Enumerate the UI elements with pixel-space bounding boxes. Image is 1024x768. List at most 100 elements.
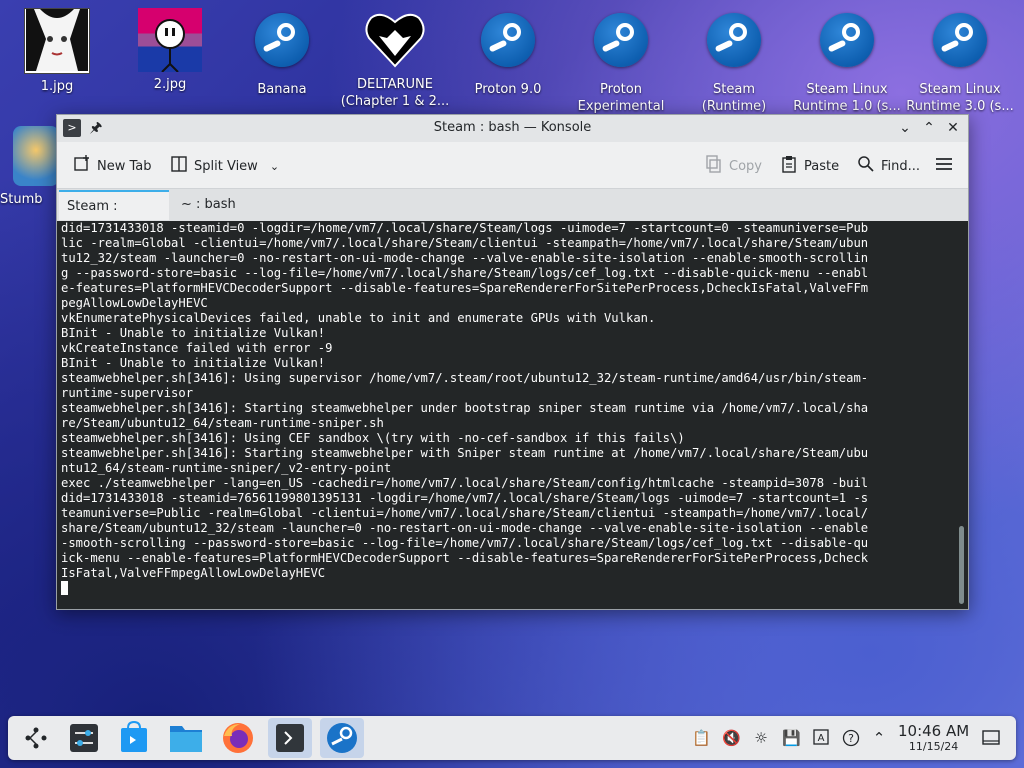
- clipboard-icon[interactable]: 📋: [692, 729, 711, 747]
- help-icon[interactable]: ?: [842, 729, 860, 747]
- tab-steam-bash[interactable]: Steam : bash✕: [59, 190, 169, 245]
- terminal-line: did=1731433018 -steamid=0 -logdir=/home/…: [61, 221, 869, 235]
- desktop-icon-proton-9[interactable]: Proton 9.0: [452, 8, 564, 98]
- firefox-icon: [223, 723, 253, 753]
- new-tab-label: New Tab: [97, 158, 152, 174]
- desktop-icon-label: Banana: [257, 82, 307, 97]
- steam-icon: [707, 13, 761, 67]
- desktop-icon-label: 2.jpg: [153, 77, 187, 92]
- terminal-line: ick-menu --enable-features=PlatformHEVCD…: [61, 551, 869, 565]
- volume-muted-icon[interactable]: 🔇: [722, 729, 741, 747]
- taskbar-file-manager[interactable]: [164, 718, 208, 758]
- paste-button[interactable]: Paste: [780, 155, 839, 177]
- desktop-icon-label: Steam Linux: [806, 82, 888, 97]
- taskbar-discover[interactable]: [112, 718, 156, 758]
- desktop-icon-banana[interactable]: Banana: [226, 8, 338, 98]
- steam-icon: [933, 13, 987, 67]
- minimize-button[interactable]: ⌄: [896, 119, 914, 137]
- terminal-lines: did=1731433018 -steamid=0 -logdir=/home/…: [61, 221, 968, 581]
- svg-text:?: ?: [848, 732, 854, 745]
- terminal-line: -smooth-scrolling --password-store=basic…: [61, 536, 869, 550]
- app-launcher-button[interactable]: [14, 718, 58, 758]
- taskbar-konsole[interactable]: [268, 718, 312, 758]
- brightness-icon[interactable]: ☼: [752, 729, 770, 747]
- desktop-icon-label-2: (Runtime): [701, 99, 767, 114]
- desktop-icon-label: Steam: [713, 82, 755, 97]
- desktop-icon-deltarune[interactable]: DELTARUNE (Chapter 1 & 2...: [339, 8, 451, 110]
- new-tab-button[interactable]: New Tab: [73, 155, 152, 177]
- disk-icon[interactable]: 💾: [782, 729, 801, 747]
- folder-icon: [170, 726, 202, 752]
- paste-label: Paste: [804, 158, 840, 174]
- terminal-line: g --password-store=basic --log-file=/hom…: [61, 266, 869, 280]
- taskbar-steam[interactable]: [320, 718, 364, 758]
- paste-icon: [780, 155, 798, 177]
- desktop-icon-stumble[interactable]: Stumb: [0, 126, 60, 207]
- copy-button[interactable]: Copy: [705, 155, 762, 177]
- terminal-line: BInit - Unable to initialize Vulkan!: [61, 326, 326, 340]
- steam-icon: [820, 13, 874, 67]
- tab-home-bash[interactable]: ~ : bash: [173, 190, 257, 220]
- terminal-line: runtime-supervisor: [61, 386, 194, 400]
- chevron-down-icon: ⌄: [269, 159, 280, 173]
- desktop-icon-label-2: Experimental: [577, 99, 665, 114]
- desktop-icon-label: DELTARUNE: [357, 77, 433, 92]
- desktop-icon-label: Proton: [600, 82, 642, 97]
- close-button[interactable]: ✕: [944, 119, 962, 137]
- terminal-line: vkCreateInstance failed with error -9: [61, 341, 333, 355]
- maximize-button[interactable]: ⌃: [920, 119, 938, 137]
- steam-icon: [255, 13, 309, 67]
- terminal-line: exec ./steamwebhelper -lang=en_US -cache…: [61, 476, 869, 490]
- desktop-icon-steam-linux-runtime-1[interactable]: Steam Linux Runtime 1.0 (s...: [791, 8, 903, 115]
- split-view-label: Split View: [194, 158, 258, 174]
- search-icon: [857, 155, 875, 177]
- hamburger-menu-icon: [935, 155, 953, 177]
- split-view-button[interactable]: Split View ⌄: [170, 155, 279, 177]
- desktop-icon-label: 1.jpg: [40, 79, 74, 94]
- text-cursor: [61, 581, 68, 595]
- hamburger-menu-button[interactable]: [935, 155, 953, 177]
- konsole-window: > 🖈 Steam : bash — Konsole ⌄ ⌃ ✕ New Tab…: [56, 114, 969, 610]
- svg-text:A: A: [818, 733, 825, 744]
- desktop-icon-2-jpg[interactable]: 2.jpg: [114, 8, 226, 93]
- taskbar-firefox[interactable]: [216, 718, 260, 758]
- desktop-icon-label: Stumb: [0, 192, 43, 207]
- terminal-line: ntu12_64/steam-runtime-sniper/_v2-entry-…: [61, 461, 392, 475]
- settings-icon: [70, 724, 98, 752]
- split-view-icon: [170, 155, 188, 177]
- store-icon: [121, 720, 147, 752]
- heart-icon: [363, 8, 427, 72]
- terminal-line: pegAllowLowDelayHEVC: [61, 296, 208, 310]
- steam-icon: [327, 723, 357, 753]
- image-thumbnail-icon: [24, 8, 90, 74]
- title-bar[interactable]: > 🖈 Steam : bash — Konsole ⌄ ⌃ ✕: [57, 115, 968, 142]
- terminal-line: steamwebhelper.sh[3416]: Starting steamw…: [61, 401, 869, 415]
- terminal-line: IsFatal,ValveFFmpegAllowLowDelayHEVC: [61, 566, 326, 580]
- terminal-prompt-line: [61, 581, 968, 596]
- copy-icon: [705, 155, 723, 177]
- terminal-output[interactable]: did=1731433018 -steamid=0 -logdir=/home/…: [57, 221, 968, 609]
- clock[interactable]: 10:46 AM 11/15/24: [898, 722, 969, 753]
- clock-time: 10:46 AM: [898, 722, 970, 740]
- desktop-icon-steam-runtime[interactable]: Steam (Runtime): [678, 8, 790, 115]
- show-hidden-icons-chevron-up-icon[interactable]: ⌃: [870, 729, 888, 747]
- find-button[interactable]: Find...: [857, 155, 920, 177]
- desktop-icon-proton-experimental[interactable]: Proton Experimental: [565, 8, 677, 115]
- taskbar-system-settings[interactable]: [62, 718, 106, 758]
- desktop-icon-label: Steam Linux: [919, 82, 1001, 97]
- keyboard-layout-icon[interactable]: A: [812, 729, 830, 747]
- show-desktop-icon[interactable]: [982, 729, 1000, 747]
- tab-bar: Steam : bash✕ ~ : bash: [57, 189, 968, 245]
- terminal-line: re/Steam/ubuntu12_64/steam-runtime-snipe…: [61, 416, 384, 430]
- terminal-line: teamuniverse=Public -realm=Global -clien…: [61, 506, 869, 520]
- scrollbar[interactable]: [959, 526, 964, 604]
- terminal-line: vkEnumeratePhysicalDevices failed, unabl…: [61, 311, 656, 325]
- terminal-line: steamwebhelper.sh[3416]: Using CEF sandb…: [61, 431, 685, 445]
- clock-date: 11/15/24: [908, 740, 959, 753]
- desktop-icon-label-2: Runtime 1.0 (s...: [793, 99, 901, 114]
- desktop-icon-1-jpg[interactable]: 1.jpg: [1, 8, 113, 95]
- image-thumbnail-icon: [138, 8, 202, 73]
- find-label: Find...: [881, 158, 921, 174]
- terminal-icon: [276, 724, 304, 752]
- desktop-icon-steam-linux-runtime-3[interactable]: Steam Linux Runtime 3.0 (s...: [904, 8, 1016, 115]
